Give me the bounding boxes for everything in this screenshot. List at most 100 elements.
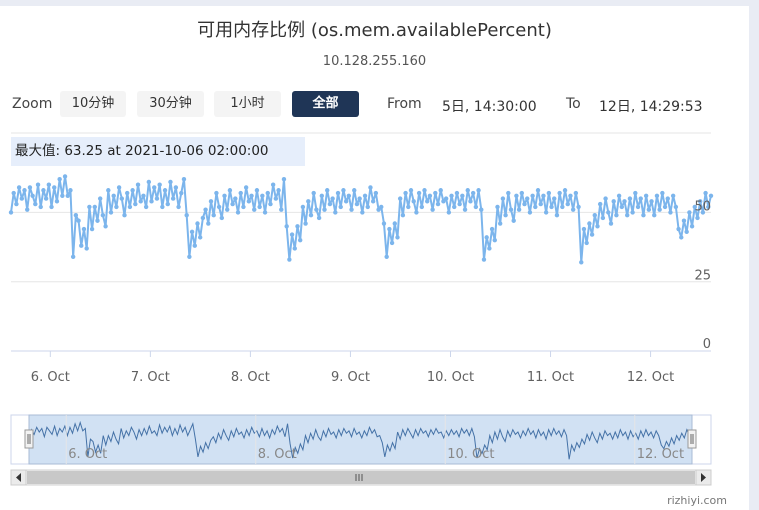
navigator-tick-label: 10. Oct bbox=[447, 447, 494, 462]
series-point bbox=[522, 201, 527, 207]
series-point bbox=[600, 215, 606, 221]
series-point bbox=[395, 235, 400, 240]
series-point bbox=[462, 207, 468, 212]
x-tick-label: 7. Oct bbox=[131, 370, 170, 385]
series-point bbox=[400, 213, 406, 218]
series-point bbox=[454, 190, 460, 196]
series-point bbox=[38, 204, 43, 210]
series-point bbox=[92, 204, 97, 210]
series-point bbox=[95, 218, 100, 223]
series-point bbox=[511, 218, 516, 223]
series-point bbox=[535, 188, 541, 193]
series-point bbox=[368, 185, 373, 190]
navigator-tick-label: 8. Oct bbox=[258, 447, 297, 462]
series-point bbox=[649, 199, 654, 204]
series-point bbox=[238, 190, 243, 196]
series-point bbox=[497, 221, 503, 226]
series-point bbox=[222, 193, 227, 198]
series-point bbox=[241, 204, 246, 210]
series-point bbox=[587, 221, 592, 226]
navigator-tick-label: 6. Oct bbox=[68, 447, 107, 462]
series-point bbox=[119, 196, 125, 201]
series-point bbox=[443, 196, 449, 201]
series-point bbox=[252, 207, 257, 212]
series-point bbox=[373, 190, 379, 196]
y-tick-label: 0 bbox=[703, 337, 711, 352]
series-point bbox=[527, 210, 533, 215]
series-point bbox=[79, 243, 84, 248]
series-point bbox=[303, 221, 308, 226]
series-point bbox=[654, 193, 660, 198]
series-point bbox=[233, 196, 238, 201]
series-point bbox=[554, 213, 560, 218]
series-point bbox=[381, 221, 387, 226]
series-point bbox=[365, 204, 370, 210]
series-point bbox=[84, 246, 89, 251]
series-point bbox=[214, 190, 219, 196]
series-point bbox=[349, 207, 354, 212]
series-point bbox=[606, 210, 611, 215]
series-point bbox=[595, 224, 600, 229]
series-point bbox=[338, 204, 343, 210]
series-point bbox=[552, 196, 557, 201]
series-point bbox=[122, 213, 127, 218]
series-point bbox=[446, 210, 452, 215]
series-point bbox=[333, 210, 338, 215]
series-point bbox=[519, 190, 525, 196]
series-point bbox=[652, 213, 657, 218]
navigator-right-handle[interactable] bbox=[687, 429, 697, 449]
chart-plot[interactable]: 0 25 50 6. Oct 7. Oct 8. Oct 9. Oct 10. Oct 11. … bbox=[0, 6, 749, 510]
series-point bbox=[135, 182, 141, 187]
series-point bbox=[476, 188, 481, 193]
series-point bbox=[268, 201, 273, 207]
series-point bbox=[638, 196, 643, 201]
series-point bbox=[181, 176, 187, 182]
series-point bbox=[143, 204, 149, 210]
series-point bbox=[570, 207, 576, 212]
series-point bbox=[479, 207, 484, 212]
series-point bbox=[62, 174, 68, 179]
series-point bbox=[192, 243, 197, 248]
series-point bbox=[508, 207, 514, 212]
series-point bbox=[325, 188, 330, 193]
series-point bbox=[546, 190, 552, 196]
series-point bbox=[249, 193, 254, 198]
series-point bbox=[414, 210, 419, 215]
series-point bbox=[16, 185, 22, 190]
scrollbar-left-button[interactable] bbox=[10, 469, 27, 486]
series-point bbox=[211, 213, 216, 218]
series-point bbox=[195, 221, 200, 226]
series-point bbox=[219, 215, 225, 221]
scrollbar-thumb[interactable] bbox=[27, 471, 695, 484]
series-point bbox=[662, 204, 668, 210]
series-point bbox=[603, 196, 608, 201]
series-point bbox=[133, 201, 138, 207]
series-point bbox=[684, 229, 689, 235]
series-point bbox=[689, 224, 695, 229]
series-point bbox=[125, 190, 130, 196]
max-value-tooltip: 最大值: 63.25 at 2021-10-06 02:00:00 bbox=[11, 137, 305, 166]
series-point bbox=[679, 235, 684, 240]
series-point bbox=[538, 201, 543, 207]
series-point bbox=[452, 204, 457, 210]
series-point bbox=[592, 213, 597, 218]
x-tick-label: 6. Oct bbox=[31, 370, 70, 385]
scrollbar-right-button[interactable] bbox=[695, 469, 712, 486]
series-point bbox=[54, 199, 60, 204]
x-tick-label: 9. Oct bbox=[331, 370, 370, 385]
series-point bbox=[357, 196, 362, 201]
series-point bbox=[562, 188, 568, 193]
series-point bbox=[670, 193, 676, 198]
x-tick-label: 10. Oct bbox=[427, 370, 474, 385]
series-point bbox=[97, 196, 103, 201]
series-point bbox=[225, 207, 230, 212]
series-point bbox=[573, 190, 579, 196]
series-point bbox=[230, 201, 235, 207]
navigator-left-handle[interactable] bbox=[24, 429, 34, 449]
series-point bbox=[703, 190, 708, 196]
series-point bbox=[341, 188, 346, 193]
series-point bbox=[216, 204, 222, 210]
series-point bbox=[22, 188, 27, 193]
series-point bbox=[235, 210, 241, 215]
series-point bbox=[157, 182, 162, 187]
